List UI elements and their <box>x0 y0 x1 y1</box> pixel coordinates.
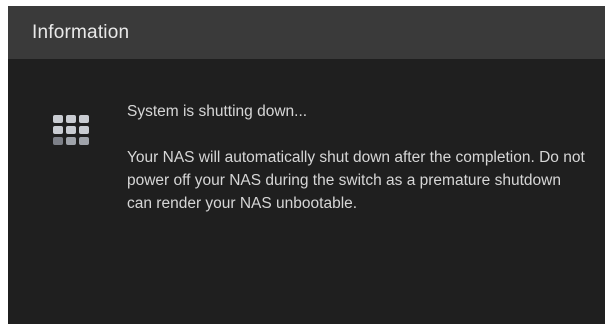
loading-grid-icon <box>53 115 93 151</box>
dialog-body: System is shutting down... Your NAS will… <box>8 59 605 324</box>
dialog-title: Information <box>32 21 130 43</box>
status-text: System is shutting down... <box>127 103 308 120</box>
detail-text: Your NAS will automatically shut down af… <box>127 149 585 212</box>
dialog-titlebar: Information <box>8 6 605 59</box>
information-dialog: Information System is shutting down... Y… <box>8 6 605 324</box>
dialog-message: System is shutting down... Your NAS will… <box>127 100 587 215</box>
